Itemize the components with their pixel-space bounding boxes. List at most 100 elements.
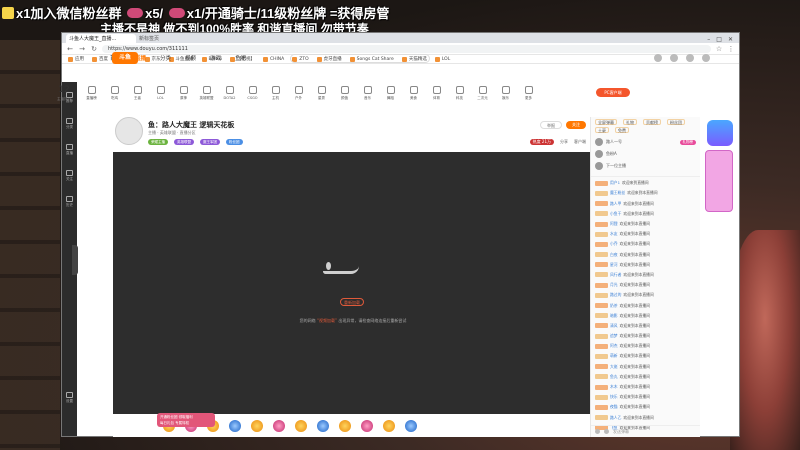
category-item[interactable]: 主机 [266, 86, 285, 101]
list-item[interactable]: 路人乙 欢迎来到本直播间 [595, 413, 696, 422]
list-item[interactable]: 夜猫 欢迎来到本直播间 [595, 403, 696, 412]
gift-icon[interactable] [317, 419, 329, 432]
sidebar-item-history[interactable]: 历史 [66, 196, 73, 208]
category-item[interactable]: 更多 [519, 86, 538, 101]
history-icon[interactable] [654, 54, 662, 62]
gift-icon[interactable] [383, 419, 395, 432]
rank-row[interactable]: 下一位主播 [595, 162, 696, 170]
avatar[interactable] [702, 54, 710, 62]
download-icon[interactable] [686, 54, 694, 62]
list-item[interactable]: 月光 欢迎来到本直播间 [595, 281, 696, 290]
rank-date[interactable]: 12 主播排行 [50, 86, 78, 104]
status-badge[interactable]: 荣耀主播 [148, 139, 168, 145]
list-item[interactable]: 风行者 欢迎来到本直播间 [595, 271, 696, 280]
nav-category[interactable]: 分类 [160, 54, 171, 62]
close-icon[interactable]: ✕ [728, 36, 733, 43]
event-banner[interactable] [705, 150, 733, 212]
minimize-icon[interactable]: – [707, 36, 710, 43]
list-item[interactable]: 小鱼干 欢迎来到本直播间 [595, 210, 696, 219]
list-item[interactable]: 快乐 欢迎来到本直播间 [595, 393, 696, 402]
list-item[interactable]: 魔王粉丝 欢迎来到本直播间 [595, 189, 696, 198]
list-item[interactable]: 萌新 欢迎来到本直播间 [595, 352, 696, 361]
chat-tab[interactable]: 全屏弹幕 [595, 119, 617, 125]
gift-icon[interactable] [273, 419, 285, 432]
category-item[interactable]: 吃鸡 [105, 86, 124, 101]
chat-tab[interactable]: 免费 [615, 127, 629, 133]
category-item[interactable]: 户外 [289, 86, 308, 101]
category-item[interactable]: 颜值 [335, 86, 354, 101]
category-item[interactable]: 音乐 [358, 86, 377, 101]
status-badge[interactable]: 粉丝团 [226, 139, 243, 145]
list-item[interactable]: 用户1 欢迎来到直播间 [595, 179, 696, 188]
category-item[interactable]: DOTA2 [220, 86, 239, 100]
sidebar-item-follow[interactable]: 关注 [66, 170, 73, 182]
follow-icon[interactable] [670, 54, 678, 62]
category-item[interactable]: 英雄联盟 [197, 86, 216, 101]
follow-button[interactable]: 关注 [566, 121, 586, 129]
emoji-icon[interactable] [595, 429, 600, 434]
collapse-handle[interactable] [72, 245, 78, 275]
rank-row[interactable]: 鱼粉A [595, 150, 696, 158]
rank-row[interactable]: 路人一号 礼物榜 [595, 138, 696, 146]
list-item[interactable]: 暗影 欢迎来到本直播间 [595, 311, 696, 320]
gift-icon[interactable] [251, 419, 263, 432]
gift-icon[interactable] [604, 429, 609, 434]
list-item[interactable]: 路人甲 欢迎来到本直播间 [595, 199, 696, 208]
list-item[interactable]: 鱼丸 欢迎来到本直播间 [595, 373, 696, 382]
status-badge[interactable]: 魔王军团 [200, 139, 220, 145]
search-input[interactable] [290, 53, 431, 63]
list-item[interactable]: 清风 欢迎来到本直播间 [595, 322, 696, 331]
list-item[interactable]: 路过的 欢迎来到本直播间 [595, 291, 696, 300]
chat-input[interactable]: 发送弹幕 [591, 425, 700, 437]
chat-tab[interactable]: 贡献榜 [643, 119, 661, 125]
list-item[interactable]: 奶茶 欢迎来到本直播间 [595, 301, 696, 310]
browser-tab-active[interactable]: 斗鱼人大魔王_直播... [66, 34, 136, 43]
category-item[interactable]: 科技 [450, 86, 469, 101]
category-item[interactable]: 直播榜 [82, 86, 101, 101]
nav-fishbar[interactable]: 鱼吧 [235, 54, 246, 62]
maximize-icon[interactable]: □ [716, 36, 722, 43]
category-item[interactable]: 美食 [404, 86, 423, 101]
category-item[interactable]: 原神 [174, 86, 193, 101]
list-item[interactable]: 小乔 欢迎来到本直播间 [595, 240, 696, 249]
avatar[interactable] [115, 117, 143, 145]
sidebar-item-settings[interactable]: 设置 [66, 392, 73, 404]
category-item[interactable]: 舞蹈 [381, 86, 400, 101]
list-item[interactable]: 阿狸 欢迎来到本直播间 [595, 220, 696, 229]
gift-icon[interactable] [361, 419, 373, 432]
share-link[interactable]: 分享 [560, 139, 568, 145]
list-item[interactable]: 木木 欢迎来到本直播间 [595, 383, 696, 392]
category-item[interactable]: 二次元 [473, 86, 492, 101]
chat-tab[interactable]: 礼物 [623, 119, 637, 125]
site-logo[interactable]: 斗鱼 [112, 52, 138, 64]
nav-video[interactable]: 视频 [185, 54, 196, 62]
promo-banner[interactable]: 开通粉丝团 领取福利 每日礼包 专属特权 [157, 413, 215, 427]
sidebar-item-category[interactable]: 分类 [66, 118, 73, 130]
retry-button[interactable]: 重新加载 [340, 298, 364, 306]
client-link[interactable]: 客户端 [574, 139, 586, 145]
nav-games[interactable]: 游戏 [210, 54, 221, 62]
category-item[interactable]: LOL [151, 86, 170, 100]
event-icon[interactable] [707, 120, 733, 146]
category-item[interactable]: 王者 [128, 86, 147, 101]
floating-event-widget[interactable] [705, 120, 735, 215]
chat-tab[interactable]: 土豪 [595, 127, 609, 133]
list-item[interactable]: 水友 欢迎来到本直播间 [595, 230, 696, 239]
gift-icon[interactable] [405, 419, 417, 432]
list-item[interactable]: 大佬 欢迎来到本直播间 [595, 362, 696, 371]
category-item[interactable]: 体育 [427, 86, 446, 101]
gift-icon[interactable] [295, 419, 307, 432]
chat-tab[interactable]: 粉丝团 [667, 119, 685, 125]
report-button[interactable]: 举报 [540, 121, 562, 129]
category-item[interactable]: CSGO [243, 86, 262, 100]
list-item[interactable]: 阿杰 欢迎来到本直播间 [595, 342, 696, 351]
list-item[interactable]: 追梦 欢迎来到本直播间 [595, 332, 696, 341]
category-item[interactable]: 娱乐 [496, 86, 515, 101]
gift-icon[interactable] [339, 419, 351, 432]
list-item[interactable]: 星河 欢迎来到本直播间 [595, 261, 696, 270]
pc-client-button[interactable]: PC客户端 [596, 88, 630, 97]
gift-icon[interactable] [229, 419, 241, 432]
browser-tab[interactable]: 新标签页 [136, 34, 206, 43]
category-item[interactable]: 星秀 [312, 86, 331, 101]
status-badge[interactable]: 英雄联盟 [174, 139, 194, 145]
